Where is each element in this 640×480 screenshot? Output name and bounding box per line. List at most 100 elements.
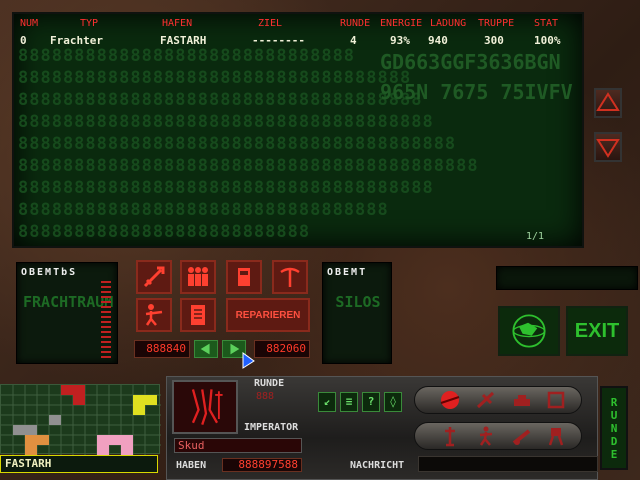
cell-typ[interactable]: Frachter bbox=[50, 34, 103, 47]
cell-runde[interactable]: 4 bbox=[350, 34, 357, 47]
arrow-left-icon bbox=[200, 343, 210, 355]
cell-num[interactable]: 0 bbox=[20, 34, 27, 47]
unit-slot-planet[interactable] bbox=[436, 389, 464, 411]
document-icon bbox=[191, 305, 205, 325]
runde-letter: R bbox=[610, 395, 618, 409]
silos-panel-title: OBEMT bbox=[327, 267, 368, 278]
triangle-up-icon bbox=[596, 92, 620, 111]
emblem-icon bbox=[191, 389, 223, 425]
cell-ziel[interactable]: -------- bbox=[252, 34, 305, 47]
col-header-ladung: LADUNG bbox=[430, 18, 467, 29]
minimap[interactable] bbox=[0, 384, 161, 455]
status-strip bbox=[496, 266, 638, 290]
scroll-up-button[interactable] bbox=[594, 88, 622, 118]
bg-code: GD663GGF3636BGN bbox=[380, 50, 561, 74]
minimap-grid bbox=[1, 385, 161, 455]
tank-icon bbox=[514, 395, 530, 406]
soldier-button[interactable] bbox=[136, 298, 172, 332]
unit-slot-cannon[interactable] bbox=[508, 425, 536, 447]
bg-pattern: 8888888888888888888888888888888888888888… bbox=[18, 156, 479, 176]
cell-truppe[interactable]: 300 bbox=[484, 34, 504, 47]
silos-panel-word: SILOS bbox=[335, 293, 381, 311]
col-header-stat: STAT bbox=[534, 18, 559, 29]
unit-slot-runner[interactable] bbox=[472, 425, 500, 447]
tool-button-arrow[interactable]: ↙ bbox=[318, 392, 336, 412]
rank-label: IMPERATOR bbox=[244, 422, 299, 433]
location-label: FASTARH bbox=[0, 455, 158, 473]
runde-letter: D bbox=[610, 434, 618, 448]
bg-pattern: 888888888888888888888888888888888888888 bbox=[18, 134, 457, 154]
main-display: 888888888888888888888888888888 888888888… bbox=[12, 12, 584, 248]
message-box bbox=[418, 456, 598, 472]
cargo-panel-title: OBEMTbS bbox=[21, 267, 78, 278]
tool-button-list[interactable]: ≡ bbox=[340, 392, 358, 412]
tower-icon bbox=[445, 427, 455, 447]
col-header-num: NUM bbox=[20, 18, 39, 29]
runde-letter: U bbox=[610, 408, 618, 422]
player-name: Skud bbox=[174, 438, 302, 453]
soldier-icon bbox=[145, 304, 163, 326]
arrow-left-button[interactable] bbox=[194, 340, 218, 358]
mine-button[interactable] bbox=[272, 260, 308, 294]
col-header-runde: RUNDE bbox=[340, 18, 371, 29]
repair-button[interactable]: REPARIEREN bbox=[226, 298, 310, 332]
globe-icon bbox=[512, 314, 546, 348]
cell-hafen[interactable]: FASTARH bbox=[160, 34, 206, 47]
document-button[interactable] bbox=[180, 298, 216, 332]
tool-button-help[interactable]: ? bbox=[362, 392, 380, 412]
cell-energie[interactable]: 93% bbox=[390, 34, 410, 47]
bg-pattern: 8888888888888888888888888888888888888 bbox=[18, 178, 434, 198]
unit-slot-fighter[interactable] bbox=[472, 389, 500, 411]
bg-pattern: 888888888888888888888888888888888 bbox=[18, 200, 389, 220]
player-portrait bbox=[172, 380, 238, 434]
bg-pattern: 8888888888888888888888888888888888888 bbox=[18, 112, 434, 132]
exit-button[interactable]: EXIT bbox=[566, 306, 628, 356]
fighter-icon bbox=[476, 391, 495, 409]
troops-icon bbox=[188, 267, 208, 286]
map-globe-button[interactable] bbox=[498, 306, 560, 356]
runde-letter: E bbox=[610, 447, 618, 461]
col-header-ziel: ZIEL bbox=[258, 18, 283, 29]
planet-icon bbox=[440, 391, 460, 409]
missile-button[interactable] bbox=[136, 260, 172, 294]
unit-slot-tower[interactable] bbox=[436, 425, 464, 447]
fuel-button[interactable] bbox=[226, 260, 262, 294]
silos-panel: OBEMT SILOS bbox=[322, 262, 392, 364]
end-round-button[interactable]: R U N D E bbox=[600, 386, 628, 470]
runde-label: RUNDE bbox=[254, 378, 285, 389]
fuel-icon bbox=[238, 268, 250, 286]
haben-value: 888897588 bbox=[222, 458, 302, 472]
cell-ladung[interactable]: 940 bbox=[428, 34, 448, 47]
unit-slot-tank[interactable] bbox=[508, 389, 536, 411]
runde-letter: N bbox=[610, 421, 618, 435]
cell-stat[interactable]: 100% bbox=[534, 34, 561, 47]
cannon-icon bbox=[512, 429, 531, 445]
col-header-hafen: HAFEN bbox=[162, 18, 193, 29]
cargo-gauge bbox=[101, 281, 111, 361]
counter-right: 882060 bbox=[254, 340, 310, 358]
troops-button[interactable] bbox=[180, 260, 216, 294]
runner-icon bbox=[479, 426, 493, 446]
unit-slot-building[interactable] bbox=[542, 389, 570, 411]
cargo-panel-word: FRACHTRAUM bbox=[23, 293, 114, 311]
col-header-truppe: TRUPPE bbox=[478, 18, 515, 29]
bg-code: 965N 7675 75IVFV bbox=[380, 80, 573, 104]
page-indicator: 1/1 bbox=[525, 231, 544, 242]
mouse-cursor-icon bbox=[242, 352, 255, 369]
runde-value: 888 bbox=[256, 391, 275, 402]
building-icon bbox=[547, 391, 565, 409]
triangle-down-icon bbox=[596, 139, 620, 158]
col-header-typ: TYP bbox=[80, 18, 99, 29]
walker-icon bbox=[548, 428, 564, 446]
pickaxe-icon bbox=[280, 267, 300, 287]
unit-slot-walker[interactable] bbox=[542, 425, 570, 447]
missile-icon bbox=[143, 266, 165, 288]
haben-label: HABEN bbox=[176, 460, 207, 471]
bg-pattern: 88888888888888888888888888 bbox=[18, 222, 311, 242]
cargo-panel: OBEMTbS FRACHTRAUM bbox=[16, 262, 118, 364]
scroll-down-button[interactable] bbox=[594, 132, 622, 162]
tool-button-diamond[interactable]: ◊ bbox=[384, 392, 402, 412]
counter-left: 888840 bbox=[134, 340, 190, 358]
nachricht-label: NACHRICHT bbox=[350, 460, 405, 471]
col-header-energie: ENERGIE bbox=[380, 18, 423, 29]
